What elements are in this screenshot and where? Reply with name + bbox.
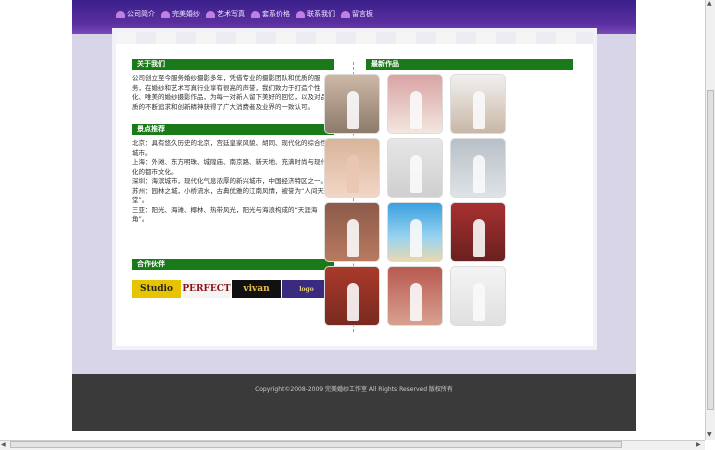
nav-item-contact[interactable]: 联系我们 [296, 9, 335, 19]
umbrella-icon [341, 10, 350, 18]
nav-label: 完美婚纱 [172, 10, 200, 18]
scenic-item: 深圳：海滨城市，现代化气息浓厚的新兴城市，中国经济特区之一。 [132, 177, 327, 185]
bride-figure [472, 219, 485, 257]
about-header: 关于我们 [132, 59, 334, 70]
nav-item-portrait[interactable]: 艺术写真 [206, 9, 245, 19]
scroll-right-arrow-icon[interactable]: ▶ [696, 441, 701, 448]
scenic-list: 北京：具有悠久历史的北京，宫廷皇家风貌、胡同、现代化的综合性城市。 上海：外滩、… [132, 139, 332, 225]
gallery-photo[interactable] [450, 266, 506, 326]
bride-figure [346, 283, 359, 321]
bride-figure [346, 155, 359, 193]
bride-figure [409, 91, 422, 129]
vertical-scroll-thumb[interactable] [707, 90, 714, 410]
gallery-photo[interactable] [450, 74, 506, 134]
scroll-up-arrow-icon[interactable]: ▲ [707, 0, 712, 7]
umbrella-icon [251, 10, 260, 18]
scenic-item: 上海：外滩、东方明珠、城隍庙、南京路、新天地、充满时尚与现代化的都市文化。 [132, 158, 327, 176]
scroll-down-arrow-icon[interactable]: ▼ [707, 431, 712, 438]
scroll-left-arrow-icon[interactable]: ◀ [1, 441, 6, 448]
gallery-photo[interactable] [324, 266, 380, 326]
page: 公司简介 完美婚纱 艺术写真 套系价格 联系我们 留言板 关于我们 公司创立至今… [72, 0, 636, 431]
main-nav: 公司简介 完美婚纱 艺术写真 套系价格 联系我们 留言板 [116, 9, 373, 19]
nav-label: 套系价格 [262, 10, 290, 18]
umbrella-icon [161, 10, 170, 18]
nav-label: 公司简介 [127, 10, 155, 18]
scenic-header: 景点推荐 [132, 124, 334, 135]
bride-figure [409, 283, 422, 321]
gallery-photo[interactable] [324, 202, 380, 262]
umbrella-icon [206, 10, 215, 18]
bride-figure [346, 91, 359, 129]
partner-logo-studio[interactable]: Studio [132, 280, 181, 298]
gallery-photo[interactable] [387, 138, 443, 198]
umbrella-icon [296, 10, 305, 18]
nav-label: 艺术写真 [217, 10, 245, 18]
nav-label: 留言板 [352, 10, 373, 18]
scenic-item: 三亚：阳光、海滩、椰林、热带风光，阳光与海浪构成的“天涯海角”。 [132, 205, 318, 224]
about-text: 公司创立至今服务婚纱摄影多年，凭借专业的摄影团队和优质的服务，在婚纱和艺术写真行… [132, 74, 327, 111]
decorative-band [116, 32, 593, 44]
nav-item-wedding[interactable]: 完美婚纱 [161, 9, 200, 19]
copyright-text: Copyright©2008-2009 完美婚纱工作室 All Rights R… [255, 386, 453, 393]
bride-figure [472, 91, 485, 129]
scenic-item: 苏州：园林之城，小桥流水，古典优雅的江南风情，被誉为“人间天堂”。 [132, 186, 324, 205]
gallery-photo[interactable] [324, 138, 380, 198]
bride-figure [472, 155, 485, 193]
gallery-photo[interactable] [387, 202, 443, 262]
partners-header: 合作伙伴 [132, 259, 334, 270]
nav-label: 联系我们 [307, 10, 335, 18]
horizontal-scroll-thumb[interactable] [10, 441, 622, 448]
gallery-photo[interactable] [387, 74, 443, 134]
gallery-photo[interactable] [450, 202, 506, 262]
works-gallery [324, 74, 506, 326]
nav-item-about[interactable]: 公司简介 [116, 9, 155, 19]
bride-figure [409, 155, 422, 193]
bride-figure [472, 283, 485, 321]
gallery-photo[interactable] [387, 266, 443, 326]
gallery-photo[interactable] [450, 138, 506, 198]
partner-logo-perfect[interactable]: PERFECT [182, 280, 231, 298]
nav-item-pricing[interactable]: 套系价格 [251, 9, 290, 19]
partner-logo-vivan[interactable]: vivan [232, 280, 281, 298]
gallery-photo[interactable] [324, 74, 380, 134]
bride-figure [409, 219, 422, 257]
scenic-item: 北京：具有悠久历史的北京，宫廷皇家风貌、胡同、现代化的综合性城市。 [132, 139, 327, 157]
nav-item-guestbook[interactable]: 留言板 [341, 9, 373, 19]
bride-figure [346, 219, 359, 257]
partner-logos: Studio PERFECT vivan logo [132, 280, 331, 298]
umbrella-icon [116, 10, 125, 18]
works-header: 最新作品 [366, 59, 573, 70]
footer: Copyright©2008-2009 完美婚纱工作室 All Rights R… [72, 374, 636, 431]
